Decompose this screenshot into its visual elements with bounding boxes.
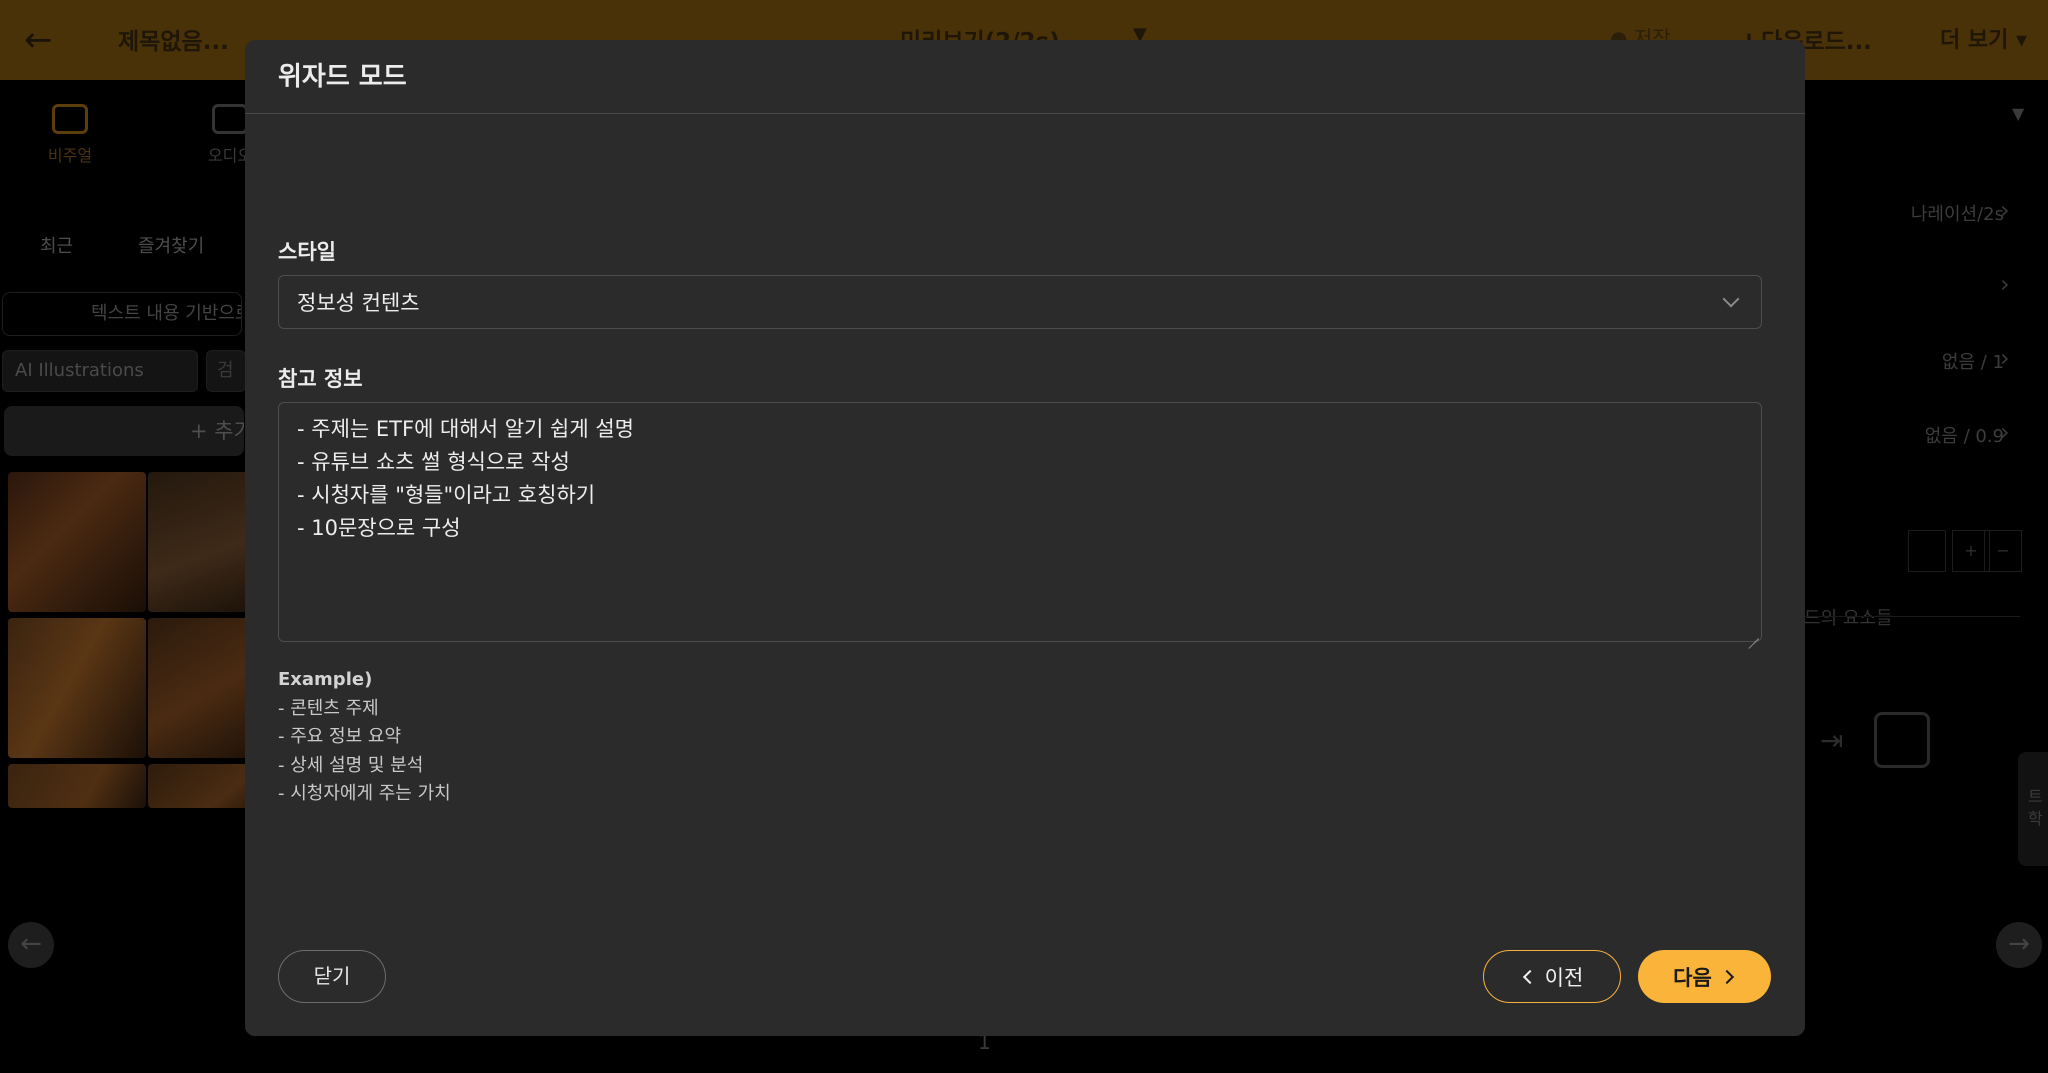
style-label: 스타일 [278,240,336,264]
text-generate-button[interactable]: 텍스트 내용 기반으로 [2,292,242,336]
source-select[interactable]: AI Illustrations [2,350,198,392]
example-line: - 주요 정보 요약 [278,726,402,747]
elements-label: 드의 요소들 [1804,608,1893,629]
resize-handle-icon[interactable] [1747,627,1759,639]
arrow-left-icon[interactable]: ← [24,20,53,60]
reference-line: - 10문장으로 구성 [297,516,461,540]
enter-icon[interactable]: ⇥ [1820,724,1843,757]
chevron-right-icon [1719,969,1734,984]
filter-recent[interactable]: 최근 [40,232,73,258]
close-button[interactable]: 닫기 [278,950,386,1003]
reference-line: - 시청자를 "형들"이라고 호칭하기 [297,483,596,507]
minus-icon[interactable]: − [1984,530,2022,572]
wizard-modal: 위자드 모드 스타일 정보성 컨텐츠 참고 정보 - 주제는 ETF에 대해서 … [245,40,1805,1036]
tab-visual-label: 비주얼 [47,146,93,165]
modal-title: 위자드 모드 [278,62,407,92]
reference-line: - 주제는 ETF에 대해서 알기 쉽게 설명 [297,417,634,441]
arrow-left-icon[interactable]: ← [8,922,54,968]
reference-line: - 유튜브 쇼츠 썰 형식으로 작성 [297,450,570,474]
frame-box[interactable] [1874,712,1930,768]
secondary-select[interactable]: 검 [206,350,246,392]
reference-label: 참고 정보 [278,367,363,391]
music-icon [212,104,248,134]
reference-textarea[interactable]: - 주제는 ETF에 대해서 알기 쉽게 설명 - 유튜브 쇼츠 썰 형식으로 … [278,402,1762,642]
setting-row[interactable]: 없음 / 0.9 [1925,422,2004,448]
filter-favorites[interactable]: 즐겨찾기 [138,232,204,258]
caret-down-icon[interactable]: ▼ [2012,104,2024,123]
chevron-right-icon[interactable]: › [2000,344,2010,372]
more-menu-button[interactable]: 더 보기 ▾ [1940,22,2027,54]
media-thumbnail[interactable] [8,472,146,612]
next-button[interactable]: 다음 [1638,950,1771,1003]
side-drawer-tab[interactable]: 트 학 [2018,752,2048,866]
example-line: - 콘텐츠 주제 [278,697,379,719]
chevron-right-icon[interactable]: › [2000,418,2010,446]
previous-button[interactable]: 이전 [1483,950,1621,1003]
value-box[interactable] [1908,530,1946,572]
example-line: - 상세 설명 및 분석 [278,754,424,776]
tab-visual[interactable]: 비주얼 [20,104,120,166]
next-button-label: 다음 [1673,965,1712,990]
chevron-down-icon [1722,290,1740,308]
style-select[interactable]: 정보성 컨텐츠 [278,275,1762,329]
video-play-icon [52,104,88,134]
media-thumbnail[interactable] [8,618,146,758]
media-thumbnail[interactable] [8,764,146,808]
example-line: - 시청자에게 주는 가치 [278,783,451,804]
chevron-right-icon[interactable]: › [2000,270,2010,298]
style-select-value: 정보성 컨텐츠 [297,291,420,315]
document-title[interactable]: 제목없음... [118,22,229,56]
example-title: Example) [278,669,373,690]
setting-row[interactable]: 없음 / 1 [1942,348,2004,374]
example-hint: Example) - 콘텐츠 주제 - 주요 정보 요약 - 상세 설명 및 분… [278,666,451,809]
modal-header: 위자드 모드 [245,40,1805,114]
narration-row[interactable]: 나레이션/2s [1911,200,2004,226]
previous-button-label: 이전 [1544,965,1584,990]
chevron-left-icon [1522,969,1537,984]
more-label: 더 보기 [1940,28,2009,53]
arrow-right-icon[interactable]: → [1996,922,2042,968]
chevron-right-icon[interactable]: › [2000,196,2010,224]
add-button[interactable]: + 추가 [4,406,244,456]
